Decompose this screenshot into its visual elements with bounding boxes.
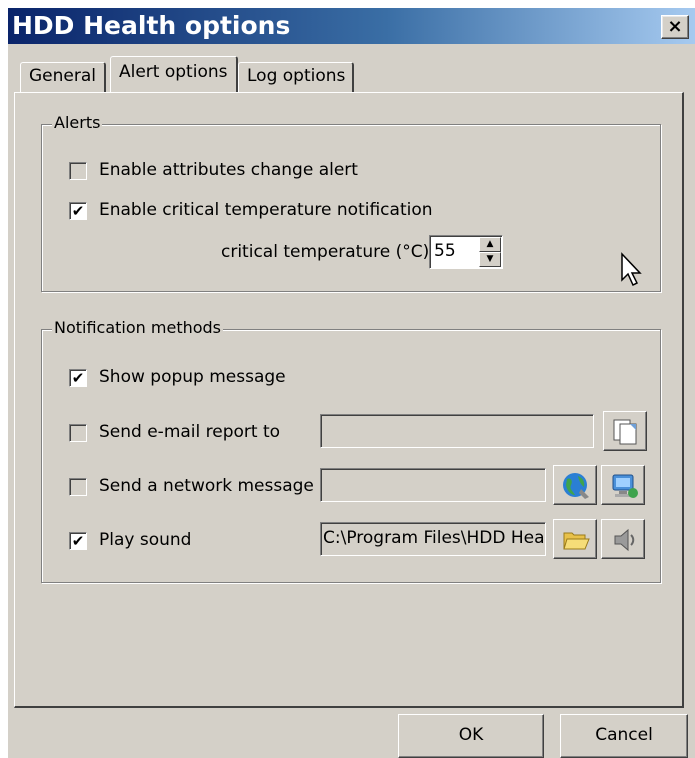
speaker-icon (614, 528, 635, 552)
email-label[interactable]: Send e-mail report to (99, 422, 280, 442)
options-dialog: HDD Health options × General Alert optio… (8, 8, 695, 758)
copy-icon (613, 419, 637, 445)
tab-general[interactable]: General (20, 62, 106, 92)
tab-alert-options[interactable]: Alert options (110, 56, 238, 92)
title-bar[interactable]: HDD Health options × (8, 8, 695, 44)
attributes-change-label[interactable]: Enable attributes change alert (99, 160, 358, 180)
spin-up-button[interactable]: ▲ (479, 237, 501, 252)
globe-icon (563, 473, 589, 499)
browse-sound-button[interactable] (553, 519, 597, 559)
sound-file-field[interactable]: C:\Program Files\HDD Hea (320, 522, 546, 556)
window-title: HDD Health options (12, 11, 291, 40)
temp-threshold-label: critical temperature (°C) (221, 242, 430, 262)
email-address-field[interactable] (320, 414, 594, 448)
alerts-group: Alerts Enable attributes change alert ✔ … (41, 113, 661, 292)
cancel-button[interactable]: Cancel (560, 714, 688, 758)
checkmark-icon: ✔ (71, 202, 85, 220)
email-settings-button[interactable] (603, 411, 647, 451)
tab-panel: Alerts Enable attributes change alert ✔ … (14, 92, 684, 708)
network-label[interactable]: Send a network message (99, 476, 314, 496)
spin-down-button[interactable]: ▼ (479, 252, 501, 267)
email-checkbox[interactable] (69, 424, 87, 442)
network-computer-icon (612, 474, 638, 498)
play-sound-label[interactable]: Play sound (99, 530, 191, 550)
critical-temp-label[interactable]: Enable critical temperature notification (99, 200, 433, 220)
play-sound-button[interactable] (601, 519, 645, 559)
folder-open-icon (563, 532, 590, 550)
popup-checkbox[interactable]: ✔ (69, 369, 87, 387)
critical-temp-checkbox[interactable]: ✔ (69, 202, 87, 220)
ok-button[interactable]: OK (398, 714, 544, 758)
notification-legend: Notification methods (52, 318, 224, 337)
notification-group: Notification methods ✔ Show popup messag… (41, 318, 661, 583)
play-sound-checkbox[interactable]: ✔ (69, 532, 87, 550)
checkmark-icon: ✔ (71, 369, 85, 387)
tab-log-options[interactable]: Log options (238, 62, 354, 92)
close-button[interactable]: × (661, 15, 689, 39)
temperature-spinner[interactable]: 55 ▲ ▼ (429, 235, 503, 269)
globe-button[interactable] (553, 465, 597, 505)
checkmark-icon: ✔ (71, 532, 85, 550)
network-checkbox[interactable] (69, 478, 87, 496)
popup-label[interactable]: Show popup message (99, 367, 286, 387)
network-computer-button[interactable] (601, 465, 645, 505)
network-recipient-field[interactable] (320, 468, 546, 502)
alerts-legend: Alerts (52, 113, 103, 132)
attributes-change-checkbox[interactable] (69, 162, 87, 180)
temperature-value[interactable]: 55 (434, 241, 456, 261)
